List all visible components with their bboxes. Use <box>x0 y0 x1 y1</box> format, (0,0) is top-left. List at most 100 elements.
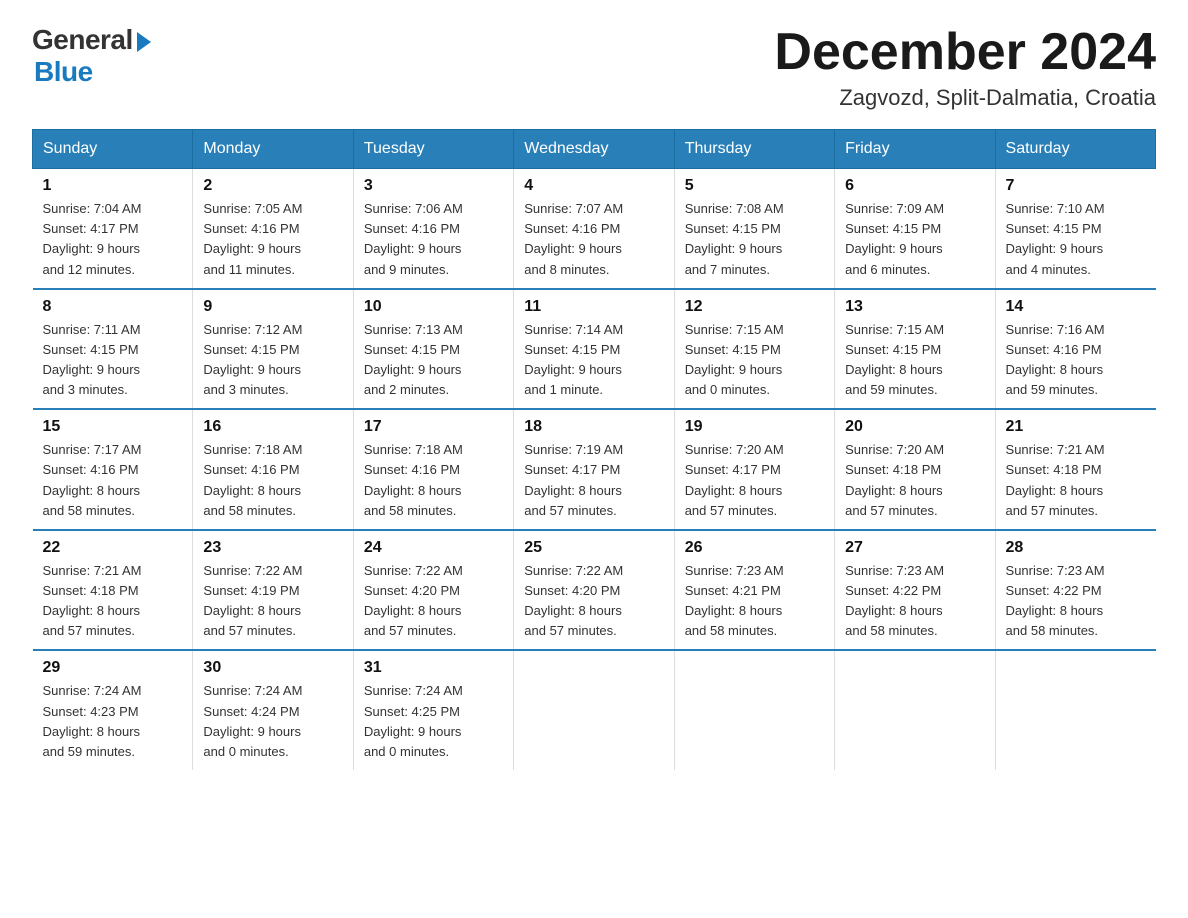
calendar-cell: 10Sunrise: 7:13 AM Sunset: 4:15 PM Dayli… <box>353 289 513 410</box>
weekday-header-tuesday: Tuesday <box>353 130 513 169</box>
calendar-cell: 27Sunrise: 7:23 AM Sunset: 4:22 PM Dayli… <box>835 530 995 651</box>
day-info: Sunrise: 7:18 AM Sunset: 4:16 PM Dayligh… <box>203 440 342 521</box>
calendar-table: SundayMondayTuesdayWednesdayThursdayFrid… <box>32 129 1156 770</box>
day-info: Sunrise: 7:23 AM Sunset: 4:22 PM Dayligh… <box>1006 561 1146 642</box>
day-info: Sunrise: 7:22 AM Sunset: 4:20 PM Dayligh… <box>524 561 663 642</box>
calendar-cell: 23 Sunrise: 7:22 AM Sunset: 4:19 PM Dayli… <box>193 530 353 651</box>
weekday-header-wednesday: Wednesday <box>514 130 674 169</box>
logo-blue-text: Blue <box>34 56 93 88</box>
day-info: Sunrise: 7:08 AM Sunset: 4:15 PM Dayligh… <box>685 199 824 280</box>
calendar-cell: 15 Sunrise: 7:17 AM Sunset: 4:16 PM Dayli… <box>33 409 193 530</box>
day-number: 23 <box>203 539 342 557</box>
weekday-header-sunday: Sunday <box>33 130 193 169</box>
day-number: 9 <box>203 298 342 316</box>
day-number: 17 <box>364 418 503 436</box>
day-number: 6 <box>845 177 984 195</box>
day-info: Sunrise: 7:05 AM Sunset: 4:16 PM Dayligh… <box>203 199 342 280</box>
day-number: 13 <box>845 298 984 316</box>
calendar-cell: 22Sunrise: 7:21 AM Sunset: 4:18 PM Dayli… <box>33 530 193 651</box>
logo-arrow-icon <box>137 32 151 52</box>
day-info: Sunrise: 7:19 AM Sunset: 4:17 PM Dayligh… <box>524 440 663 521</box>
day-info: Sunrise: 7:24 AM Sunset: 4:23 PM Dayligh… <box>43 681 183 762</box>
day-info: Sunrise: 7:20 AM Sunset: 4:17 PM Dayligh… <box>685 440 824 521</box>
day-info: Sunrise: 7:18 AM Sunset: 4:16 PM Dayligh… <box>364 440 503 521</box>
calendar-cell: 31 Sunrise: 7:24 AM Sunset: 4:25 PM Dayli… <box>353 650 513 770</box>
logo-general-text: General <box>32 24 133 56</box>
day-info: Sunrise: 7:21 AM Sunset: 4:18 PM Dayligh… <box>1006 440 1146 521</box>
day-number: 12 <box>685 298 824 316</box>
title-block: December 2024 Zagvozd, Split-Dalmatia, C… <box>774 24 1156 111</box>
day-info: Sunrise: 7:04 AM Sunset: 4:17 PM Dayligh… <box>43 199 183 280</box>
day-info: Sunrise: 7:24 AM Sunset: 4:24 PM Dayligh… <box>203 681 342 762</box>
weekday-header-thursday: Thursday <box>674 130 834 169</box>
day-number: 5 <box>685 177 824 195</box>
day-number: 3 <box>364 177 503 195</box>
day-info: Sunrise: 7:12 AM Sunset: 4:15 PM Dayligh… <box>203 320 342 401</box>
calendar-cell <box>835 650 995 770</box>
calendar-cell <box>995 650 1155 770</box>
day-info: Sunrise: 7:11 AM Sunset: 4:15 PM Dayligh… <box>43 320 183 401</box>
calendar-cell: 17 Sunrise: 7:18 AM Sunset: 4:16 PM Dayli… <box>353 409 513 530</box>
calendar-cell: 11 Sunrise: 7:14 AM Sunset: 4:15 PM Dayli… <box>514 289 674 410</box>
day-number: 31 <box>364 659 503 677</box>
calendar-cell: 1Sunrise: 7:04 AM Sunset: 4:17 PM Daylig… <box>33 169 193 289</box>
day-number: 7 <box>1006 177 1146 195</box>
calendar-cell <box>514 650 674 770</box>
day-info: Sunrise: 7:22 AM Sunset: 4:19 PM Dayligh… <box>203 561 342 642</box>
day-info: Sunrise: 7:07 AM Sunset: 4:16 PM Dayligh… <box>524 199 663 280</box>
day-number: 14 <box>1006 298 1146 316</box>
day-number: 2 <box>203 177 342 195</box>
day-number: 29 <box>43 659 183 677</box>
calendar-cell: 8 Sunrise: 7:11 AM Sunset: 4:15 PM Daylig… <box>33 289 193 410</box>
day-info: Sunrise: 7:16 AM Sunset: 4:16 PM Dayligh… <box>1006 320 1146 401</box>
day-number: 18 <box>524 418 663 436</box>
day-info: Sunrise: 7:06 AM Sunset: 4:16 PM Dayligh… <box>364 199 503 280</box>
day-number: 19 <box>685 418 824 436</box>
day-number: 26 <box>685 539 824 557</box>
calendar-cell: 4 Sunrise: 7:07 AM Sunset: 4:16 PM Daylig… <box>514 169 674 289</box>
page-header: General Blue December 2024 Zagvozd, Spli… <box>32 24 1156 111</box>
calendar-cell: 7 Sunrise: 7:10 AM Sunset: 4:15 PM Daylig… <box>995 169 1155 289</box>
calendar-cell: 12Sunrise: 7:15 AM Sunset: 4:15 PM Dayli… <box>674 289 834 410</box>
calendar-title: December 2024 <box>774 24 1156 81</box>
weekday-header-monday: Monday <box>193 130 353 169</box>
day-number: 24 <box>364 539 503 557</box>
day-number: 11 <box>524 298 663 316</box>
calendar-cell: 30 Sunrise: 7:24 AM Sunset: 4:24 PM Dayli… <box>193 650 353 770</box>
weekday-header-row: SundayMondayTuesdayWednesdayThursdayFrid… <box>33 130 1156 169</box>
calendar-week-row: 29 Sunrise: 7:24 AM Sunset: 4:23 PM Dayli… <box>33 650 1156 770</box>
calendar-cell: 13Sunrise: 7:15 AM Sunset: 4:15 PM Dayli… <box>835 289 995 410</box>
day-number: 20 <box>845 418 984 436</box>
day-info: Sunrise: 7:20 AM Sunset: 4:18 PM Dayligh… <box>845 440 984 521</box>
day-number: 8 <box>43 298 183 316</box>
day-number: 15 <box>43 418 183 436</box>
calendar-cell: 28 Sunrise: 7:23 AM Sunset: 4:22 PM Dayli… <box>995 530 1155 651</box>
day-number: 4 <box>524 177 663 195</box>
day-number: 22 <box>43 539 183 557</box>
calendar-week-row: 15 Sunrise: 7:17 AM Sunset: 4:16 PM Dayli… <box>33 409 1156 530</box>
calendar-cell: 21Sunrise: 7:21 AM Sunset: 4:18 PM Dayli… <box>995 409 1155 530</box>
calendar-cell: 25 Sunrise: 7:22 AM Sunset: 4:20 PM Dayli… <box>514 530 674 651</box>
calendar-week-row: 1Sunrise: 7:04 AM Sunset: 4:17 PM Daylig… <box>33 169 1156 289</box>
day-info: Sunrise: 7:10 AM Sunset: 4:15 PM Dayligh… <box>1006 199 1146 280</box>
calendar-cell: 3 Sunrise: 7:06 AM Sunset: 4:16 PM Daylig… <box>353 169 513 289</box>
calendar-cell: 29 Sunrise: 7:24 AM Sunset: 4:23 PM Dayli… <box>33 650 193 770</box>
calendar-cell: 14 Sunrise: 7:16 AM Sunset: 4:16 PM Dayli… <box>995 289 1155 410</box>
day-number: 25 <box>524 539 663 557</box>
day-info: Sunrise: 7:14 AM Sunset: 4:15 PM Dayligh… <box>524 320 663 401</box>
calendar-cell: 19 Sunrise: 7:20 AM Sunset: 4:17 PM Dayli… <box>674 409 834 530</box>
calendar-cell: 5 Sunrise: 7:08 AM Sunset: 4:15 PM Daylig… <box>674 169 834 289</box>
day-number: 10 <box>364 298 503 316</box>
day-info: Sunrise: 7:23 AM Sunset: 4:22 PM Dayligh… <box>845 561 984 642</box>
day-number: 16 <box>203 418 342 436</box>
day-info: Sunrise: 7:09 AM Sunset: 4:15 PM Dayligh… <box>845 199 984 280</box>
calendar-cell: 20 Sunrise: 7:20 AM Sunset: 4:18 PM Dayli… <box>835 409 995 530</box>
calendar-cell: 9 Sunrise: 7:12 AM Sunset: 4:15 PM Daylig… <box>193 289 353 410</box>
calendar-cell: 26Sunrise: 7:23 AM Sunset: 4:21 PM Dayli… <box>674 530 834 651</box>
day-number: 28 <box>1006 539 1146 557</box>
weekday-header-saturday: Saturday <box>995 130 1155 169</box>
day-info: Sunrise: 7:17 AM Sunset: 4:16 PM Dayligh… <box>43 440 183 521</box>
day-info: Sunrise: 7:24 AM Sunset: 4:25 PM Dayligh… <box>364 681 503 762</box>
calendar-cell: 6 Sunrise: 7:09 AM Sunset: 4:15 PM Daylig… <box>835 169 995 289</box>
day-number: 30 <box>203 659 342 677</box>
